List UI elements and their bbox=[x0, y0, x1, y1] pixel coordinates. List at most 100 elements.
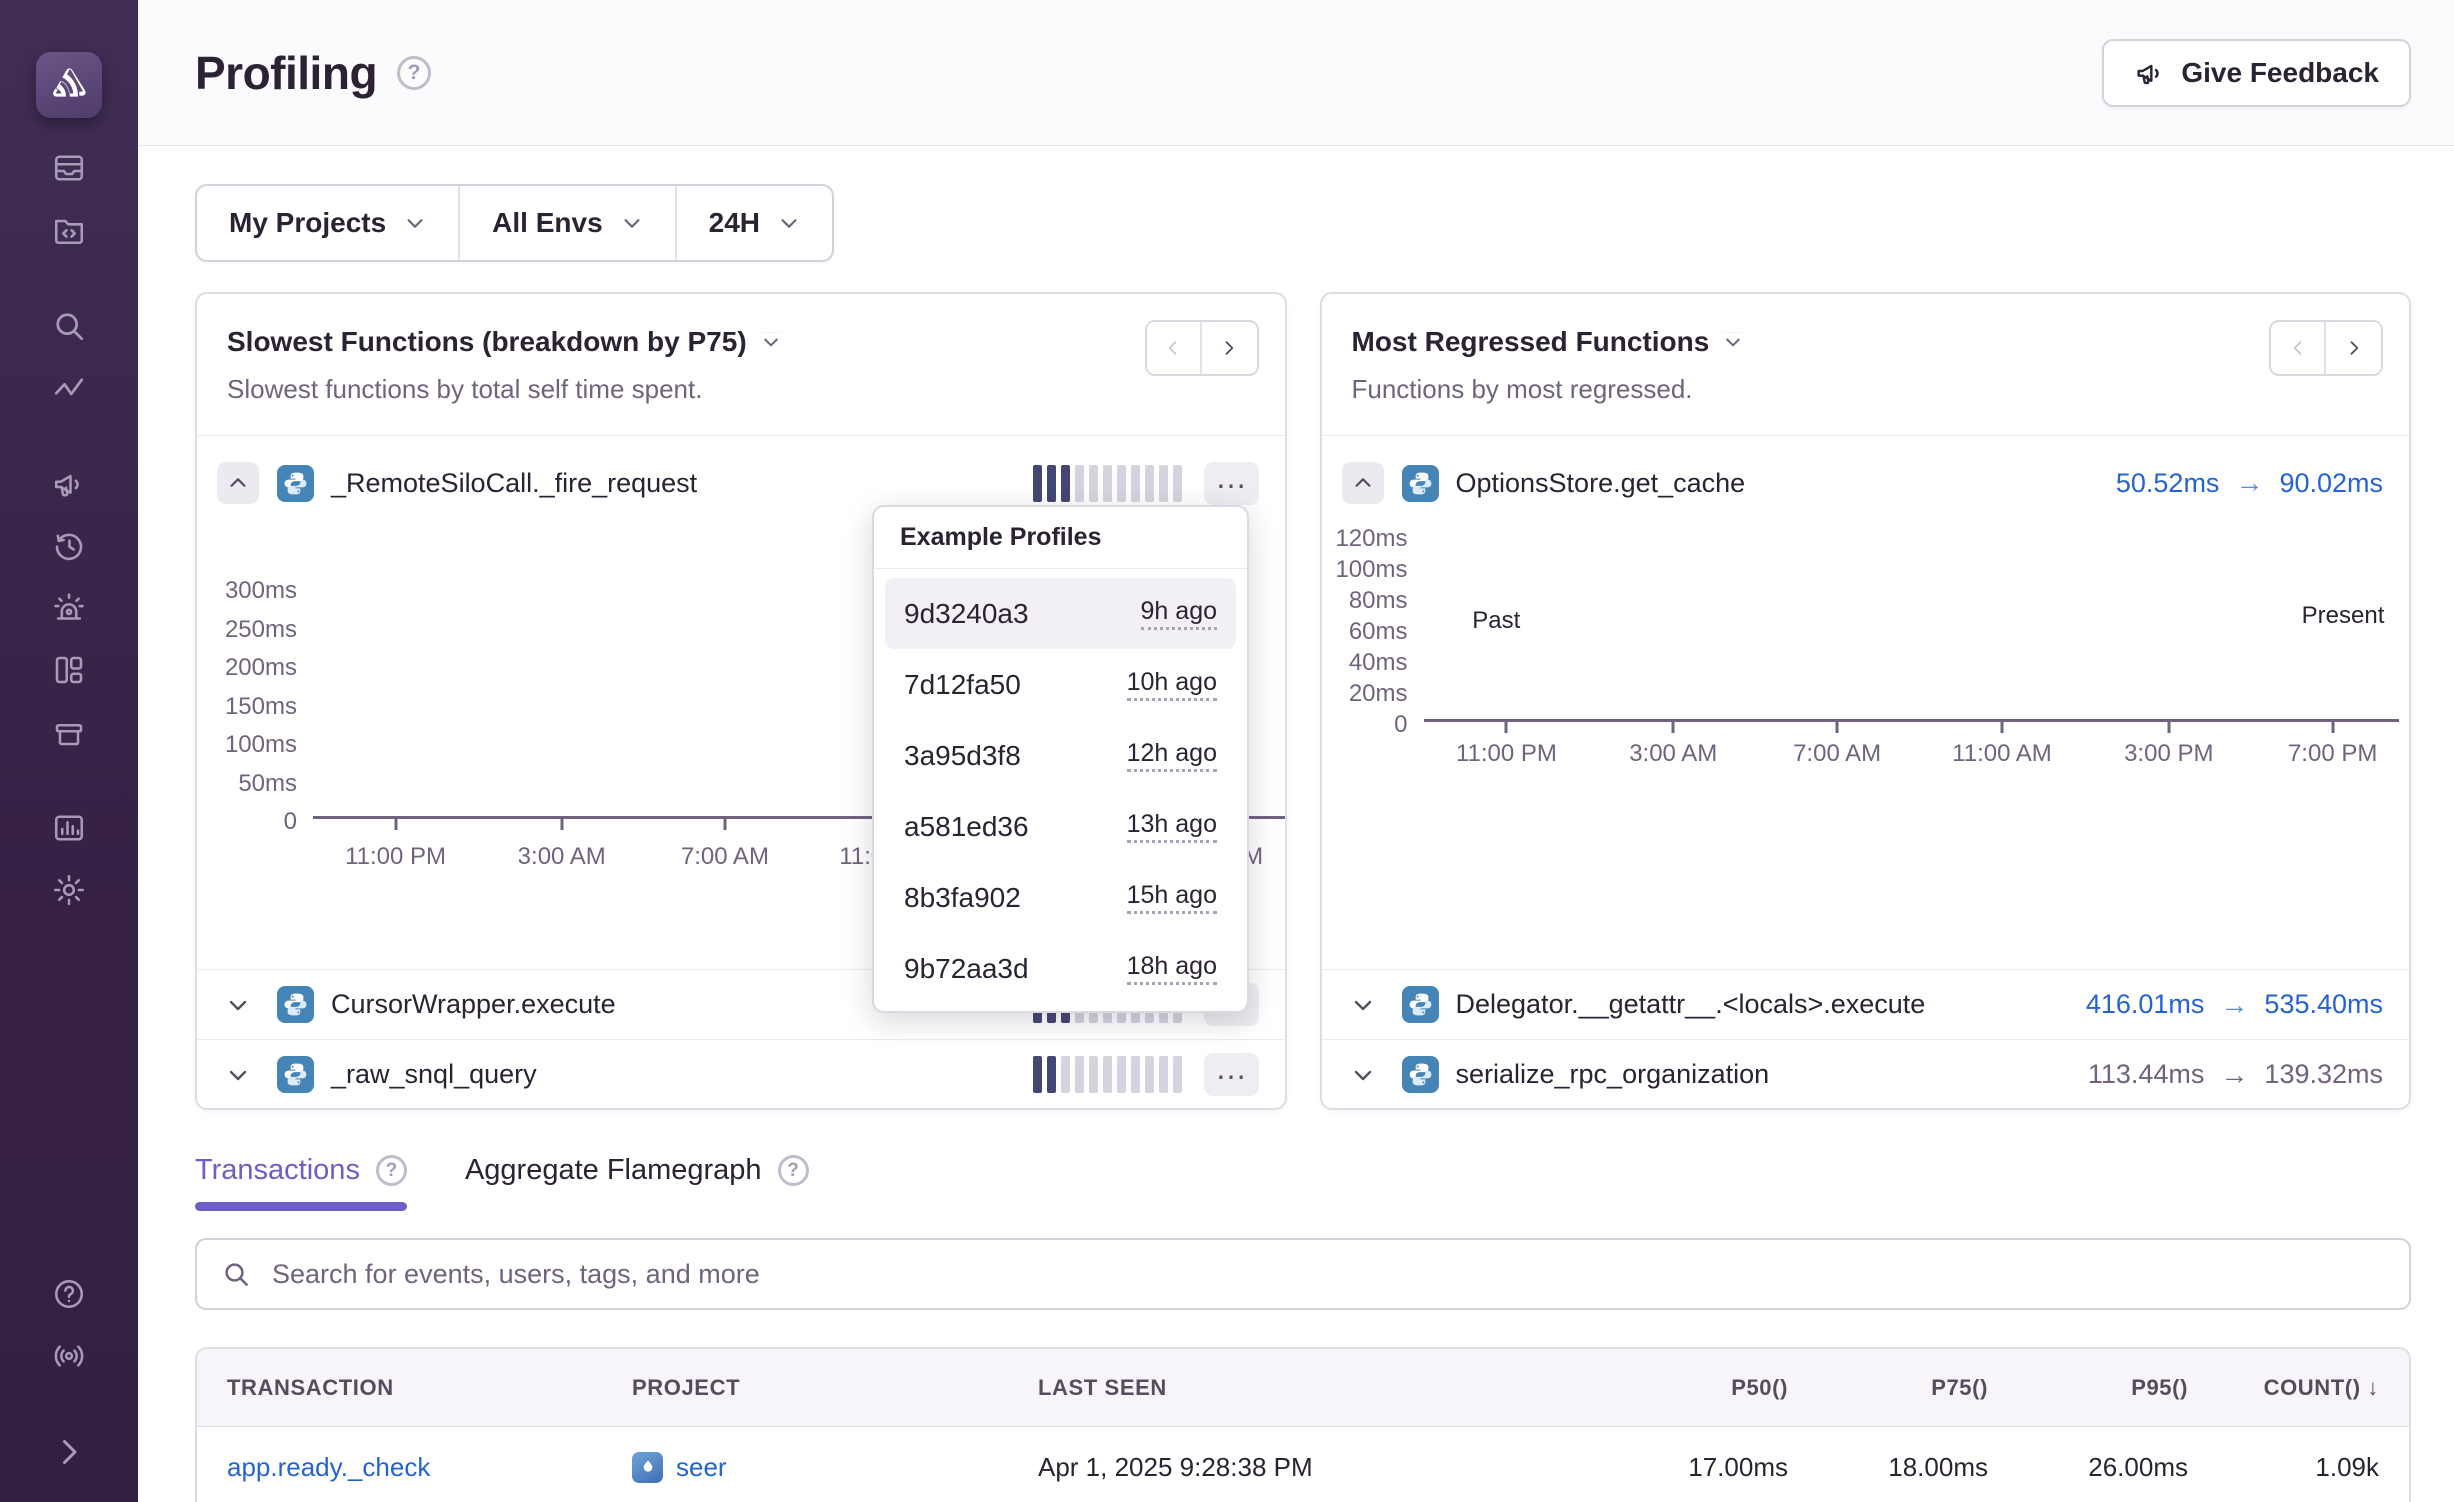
profile-item[interactable]: 8b3fa902 15h ago bbox=[885, 862, 1236, 933]
sidebar-item-dashboards[interactable] bbox=[49, 650, 89, 690]
date-range-filter[interactable]: 24H bbox=[677, 186, 832, 260]
tab-transactions[interactable]: Transactions ? bbox=[195, 1154, 407, 1211]
collapse-row-button[interactable] bbox=[1342, 462, 1384, 504]
function-row[interactable]: Delegator.__getattr__.<locals>.execute 4… bbox=[1322, 969, 2410, 1039]
chevron-left-icon bbox=[2288, 336, 2308, 360]
column-header-p75[interactable]: P75() bbox=[1788, 1375, 1988, 1401]
function-name[interactable]: _raw_snql_query bbox=[331, 1059, 537, 1090]
replay-clock-icon bbox=[51, 528, 87, 564]
profile-id: 9b72aa3d bbox=[904, 953, 1029, 985]
dropdown-list: 9d3240a3 9h ago 7d12fa50 10h ago 3a95d3f… bbox=[874, 569, 1247, 1013]
most-regressed-title: Most Regressed Functions bbox=[1352, 326, 1710, 358]
python-icon bbox=[281, 990, 310, 1019]
profile-item[interactable]: 9d3240a3 9h ago bbox=[885, 578, 1236, 649]
tab-aggregate-flamegraph[interactable]: Aggregate Flamegraph ? bbox=[465, 1154, 809, 1211]
before-value[interactable]: 113.44ms bbox=[2088, 1059, 2205, 1090]
sidebar-item-whats-new[interactable] bbox=[49, 1336, 89, 1376]
gear-icon bbox=[51, 872, 87, 908]
page-title: Profiling bbox=[195, 46, 377, 100]
give-feedback-button[interactable]: Give Feedback bbox=[2102, 39, 2411, 107]
before-value[interactable]: 416.01ms bbox=[2086, 989, 2205, 1020]
table-row[interactable]: app.ready._check seer Apr 1, 2025 9:28:3… bbox=[197, 1427, 2409, 1502]
next-page-button[interactable] bbox=[2326, 322, 2381, 374]
chevron-right-icon bbox=[1219, 336, 1239, 360]
collapse-row-button[interactable] bbox=[217, 462, 259, 504]
after-value[interactable]: 139.32ms bbox=[2264, 1059, 2383, 1090]
profile-item[interactable]: 7d12fa50 10h ago bbox=[885, 649, 1236, 720]
function-row[interactable]: serialize_rpc_organization 113.44ms → 13… bbox=[1322, 1039, 2410, 1109]
sidebar-collapse-toggle[interactable] bbox=[49, 1432, 89, 1472]
profile-item[interactable]: 3a95d3f8 12h ago bbox=[885, 720, 1236, 791]
function-row[interactable]: _raw_snql_query … bbox=[197, 1039, 1285, 1109]
page-help-icon[interactable]: ? bbox=[397, 56, 431, 90]
tab-bar: Transactions ? Aggregate Flamegraph ? bbox=[195, 1154, 2411, 1211]
function-name[interactable]: Delegator.__getattr__.<locals>.execute bbox=[1456, 989, 1926, 1020]
transaction-link[interactable]: app.ready._check bbox=[227, 1452, 632, 1483]
column-header-last-seen[interactable]: LAST SEEN bbox=[1038, 1375, 1588, 1401]
profile-time[interactable]: 18h ago bbox=[1127, 952, 1217, 985]
sidebar-item-help[interactable] bbox=[49, 1274, 89, 1314]
most-regressed-subtitle: Functions by most regressed. bbox=[1352, 374, 2380, 405]
before-value[interactable]: 50.52ms bbox=[2116, 468, 2220, 499]
function-name[interactable]: serialize_rpc_organization bbox=[1456, 1059, 1770, 1090]
profile-time[interactable]: 10h ago bbox=[1127, 668, 1217, 701]
sidebar-item-issues[interactable] bbox=[49, 148, 89, 188]
sidebar-item-alerts[interactable] bbox=[49, 588, 89, 628]
sidebar-item-releases[interactable] bbox=[49, 712, 89, 752]
next-page-button[interactable] bbox=[1202, 322, 1257, 374]
chevron-down-icon[interactable] bbox=[1351, 993, 1375, 1017]
table-header-row: TRANSACTION PROJECT LAST SEEN P50() P75(… bbox=[197, 1349, 2409, 1427]
chevron-down-icon[interactable] bbox=[226, 993, 250, 1017]
sidebar-item-traces[interactable] bbox=[49, 368, 89, 408]
python-platform-icon bbox=[1402, 986, 1439, 1023]
most-regressed-title-row[interactable]: Most Regressed Functions bbox=[1352, 326, 2380, 358]
sidebar-item-projects[interactable] bbox=[49, 210, 89, 250]
more-actions-button[interactable]: … bbox=[1204, 462, 1259, 505]
profile-time[interactable]: 15h ago bbox=[1127, 881, 1217, 914]
function-name[interactable]: CursorWrapper.execute bbox=[331, 989, 616, 1020]
function-name[interactable]: OptionsStore.get_cache bbox=[1456, 468, 1746, 499]
column-header-count[interactable]: COUNT() ↓ bbox=[2188, 1375, 2379, 1401]
profile-count-bars bbox=[1033, 1056, 1182, 1093]
column-header-transaction[interactable]: TRANSACTION bbox=[227, 1375, 632, 1401]
tab-label: Transactions bbox=[195, 1154, 360, 1187]
profile-count-bars bbox=[1033, 465, 1182, 502]
sidebar-item-stats[interactable] bbox=[49, 808, 89, 848]
search-icon bbox=[221, 1259, 251, 1289]
project-cell[interactable]: seer bbox=[632, 1452, 1038, 1483]
profile-item[interactable]: a581ed36 13h ago bbox=[885, 791, 1236, 862]
column-header-p50[interactable]: P50() bbox=[1588, 1375, 1788, 1401]
profile-item[interactable]: 9b72aa3d 18h ago bbox=[885, 933, 1236, 1004]
function-row[interactable]: OptionsStore.get_cache 50.52ms → 90.02ms bbox=[1322, 436, 2410, 530]
prev-page-button[interactable] bbox=[2271, 322, 2326, 374]
column-header-p95[interactable]: P95() bbox=[1988, 1375, 2188, 1401]
prev-page-button[interactable] bbox=[1147, 322, 1202, 374]
dashboards-icon bbox=[51, 652, 87, 688]
after-value[interactable]: 90.02ms bbox=[2279, 468, 2383, 499]
search-input[interactable] bbox=[270, 1258, 2385, 1291]
sort-arrow-icon: ↓ bbox=[2367, 1375, 2379, 1400]
column-header-project[interactable]: PROJECT bbox=[632, 1375, 1038, 1401]
slowest-functions-subtitle: Slowest functions by total self time spe… bbox=[227, 374, 1255, 405]
environment-filter[interactable]: All Envs bbox=[460, 186, 676, 260]
help-icon[interactable]: ? bbox=[778, 1155, 809, 1186]
slowest-functions-title-row[interactable]: Slowest Functions (breakdown by P75) bbox=[227, 326, 1255, 358]
help-icon[interactable]: ? bbox=[376, 1155, 407, 1186]
sidebar-item-replays[interactable] bbox=[49, 526, 89, 566]
profile-id: a581ed36 bbox=[904, 811, 1029, 843]
chevron-up-icon bbox=[227, 472, 249, 494]
chevron-down-icon[interactable] bbox=[226, 1063, 250, 1087]
megaphone-icon bbox=[2134, 57, 2166, 89]
projects-filter[interactable]: My Projects bbox=[197, 186, 460, 260]
sidebar-item-feedback[interactable] bbox=[49, 464, 89, 504]
chevron-down-icon[interactable] bbox=[1351, 1063, 1375, 1087]
sentry-logo[interactable] bbox=[36, 52, 102, 118]
profile-time[interactable]: 12h ago bbox=[1127, 739, 1217, 772]
function-name[interactable]: _RemoteSiloCall._fire_request bbox=[331, 468, 697, 499]
after-value[interactable]: 535.40ms bbox=[2264, 989, 2383, 1020]
more-actions-button[interactable]: … bbox=[1204, 1053, 1259, 1096]
sidebar-item-explore[interactable] bbox=[49, 306, 89, 346]
profile-time[interactable]: 13h ago bbox=[1127, 810, 1217, 843]
sidebar-item-settings[interactable] bbox=[49, 870, 89, 910]
profile-time[interactable]: 9h ago bbox=[1141, 597, 1217, 630]
